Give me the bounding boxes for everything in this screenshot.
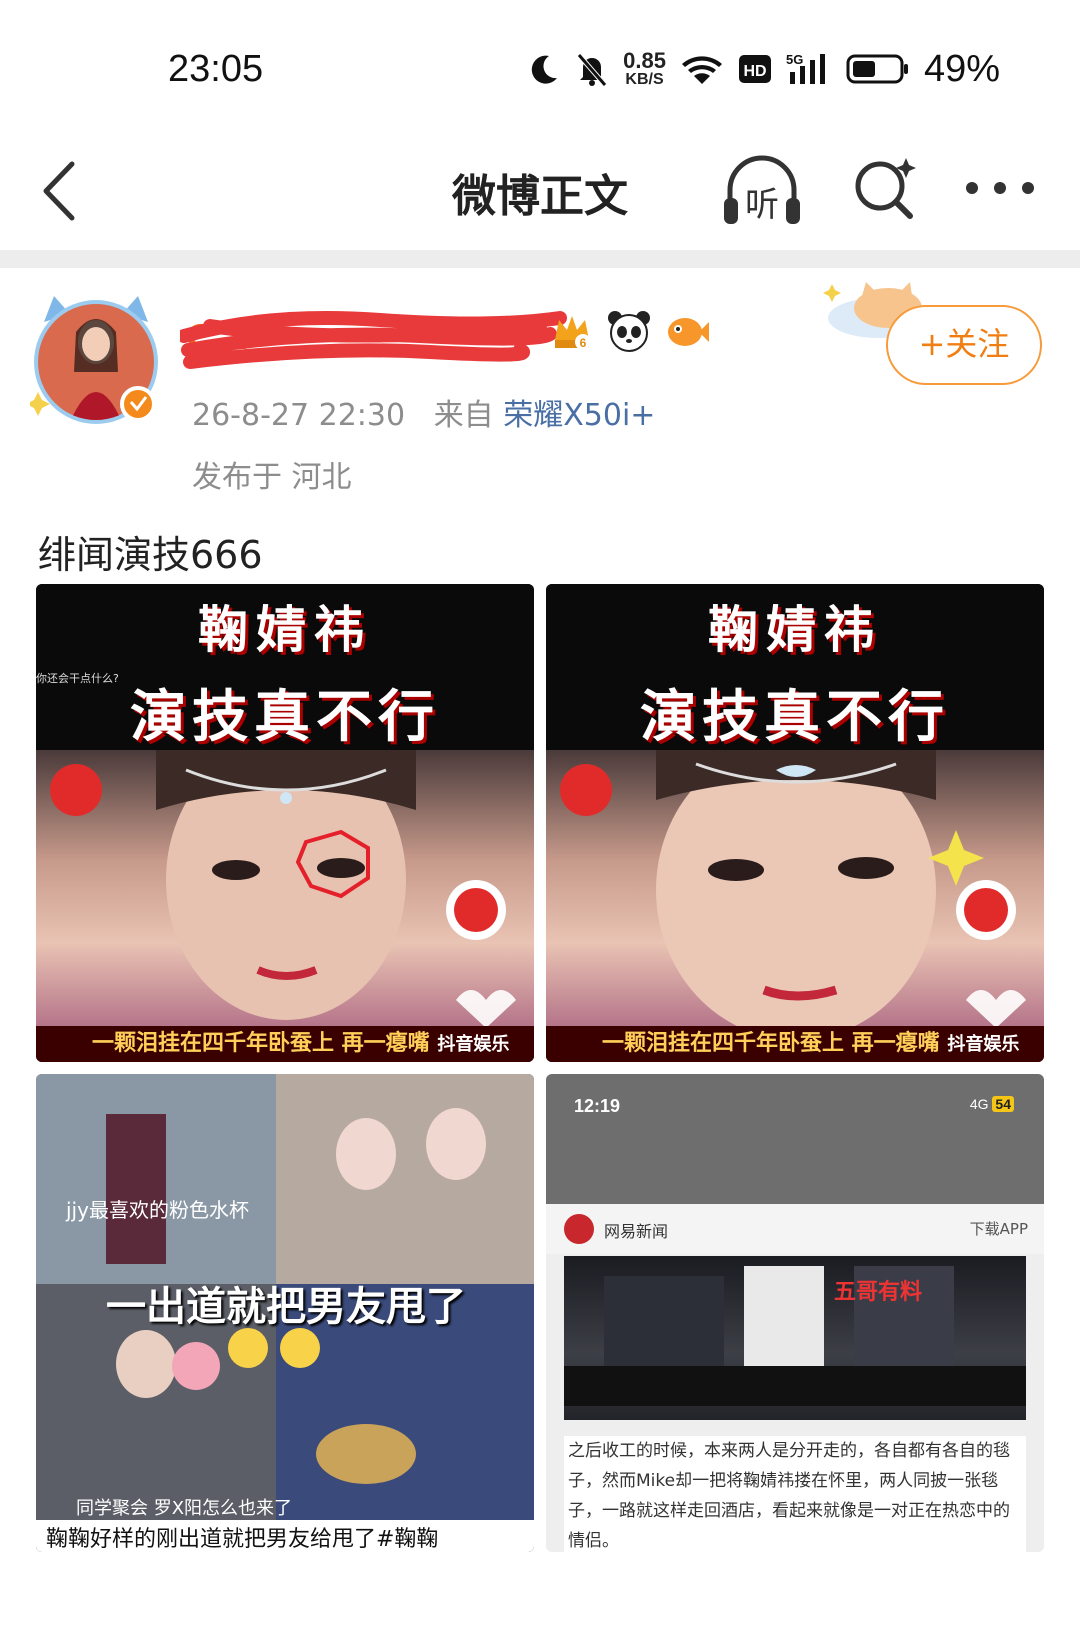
- image-caption: 一颗泪挂在四千年卧蚕上 再一瘪嘴 抖音娱乐: [36, 1026, 534, 1062]
- phone-battery: 54: [992, 1096, 1014, 1112]
- follow-button[interactable]: +关注: [886, 305, 1042, 385]
- face-illustration: [560, 735, 1026, 1040]
- image-photo: [546, 735, 1044, 1040]
- phone-signal-label: 4G: [969, 1096, 989, 1112]
- section-divider: [0, 250, 1080, 268]
- image-banner: 鞠婧祎 演技真不行 你还会干点什么?: [36, 584, 534, 750]
- image-photo: [36, 735, 534, 1028]
- hd-icon: HD: [738, 55, 771, 83]
- phone-time: 12:19: [574, 1096, 621, 1116]
- battery-percent: 49%: [923, 47, 1000, 90]
- redaction-scribble: [180, 311, 567, 369]
- weibo-post: C... 6 26-8-27 22:30 来自 荣耀X50i+ 发布于 河北 +…: [0, 268, 1080, 1636]
- news-logo-icon: [564, 1214, 594, 1244]
- news-photo-label: 五哥有料: [834, 1280, 923, 1305]
- post-meta: 26-8-27 22:30 来自 荣耀X50i+: [192, 390, 655, 434]
- image-title-top: 鞠婧祎: [198, 601, 372, 659]
- more-options-icon[interactable]: [960, 168, 1040, 208]
- news-photo: 五哥有料: [564, 1256, 1026, 1420]
- signal-5g-icon: 5G: [786, 52, 825, 84]
- post-image-2[interactable]: 鞠婧祎 演技真不行 一颗泪挂在四千年卧蚕上 再一瘪嘴 抖音娱乐: [546, 584, 1044, 1062]
- image-title-bottom: 演技真不行: [640, 685, 950, 750]
- user-badges: 6: [551, 310, 709, 352]
- from-prefix: 来自: [433, 398, 494, 433]
- search-icon[interactable]: [850, 154, 920, 224]
- image-caption-text: 一颗泪挂在四千年卧蚕上 再一瘪嘴: [92, 1031, 430, 1056]
- phone-signal: 4G 54: [970, 1096, 1014, 1112]
- net-speed-unit: KB/S: [625, 71, 664, 88]
- status-icons: 0.85 KB/S HD 5G 49%: [527, 44, 1000, 94]
- news-download: 下载APP: [969, 1220, 1028, 1238]
- net-speed-value: 0.85: [623, 48, 666, 73]
- post-image-4[interactable]: 12:19 4G 54 网易新闻 下载APP 五哥有料 之后收工的时候，本来两人…: [546, 1074, 1044, 1552]
- top-nav: 微博正文 听: [0, 130, 1080, 250]
- post-image-1[interactable]: 鞠婧祎 演技真不行 你还会干点什么? 一颗泪挂在四千年卧蚕上 再一瘪嘴 抖音娱乐: [36, 584, 534, 1062]
- net-speed: 0.85 KB/S: [623, 50, 666, 88]
- username-block: C... 6: [180, 310, 709, 370]
- status-time: 23:05: [168, 48, 264, 90]
- listen-label: 听: [745, 185, 779, 225]
- battery-icon: [846, 54, 908, 84]
- watermark: 抖音娱乐: [437, 1034, 510, 1055]
- image-banner: 鞠婧祎 演技真不行: [546, 584, 1044, 750]
- post-text: 绯闻演技666: [38, 533, 263, 577]
- news-illustration: [564, 1266, 1026, 1406]
- image-caption-text: 一颗泪挂在四千年卧蚕上 再一瘪嘴: [602, 1031, 940, 1056]
- image-title-top: 鞠婧祎: [708, 601, 882, 659]
- image-caption: 一颗泪挂在四千年卧蚕上 再一瘪嘴 抖音娱乐: [546, 1026, 1044, 1062]
- collage-text-3: 同学聚会 罗X阳怎么也来了: [76, 1498, 293, 1519]
- crown-badge-icon: 6: [555, 316, 591, 350]
- fish-badge-icon: [668, 318, 709, 346]
- watermark: 抖音娱乐: [947, 1034, 1020, 1055]
- hd-label: HD: [743, 63, 766, 80]
- post-location: 发布于 河北: [192, 460, 352, 495]
- wifi-icon: [681, 56, 722, 84]
- status-bar: 23:05 0.85 KB/S HD 5G 49%: [0, 0, 1080, 130]
- news-body: 之后收工的时候，本来两人是分开走的，各自都有各自的毯子，然而Mike却一把将鞠婧…: [564, 1436, 1026, 1552]
- post-device[interactable]: 荣耀X50i+: [503, 398, 655, 433]
- mute-bell-icon: [577, 53, 607, 87]
- crown-level: 6: [580, 336, 587, 350]
- network-label: 5G: [786, 52, 803, 67]
- moon-icon: [531, 55, 558, 84]
- face-illustration: [50, 735, 516, 1028]
- phone-status-area: 12:19 4G 54: [546, 1074, 1044, 1204]
- post-image-3[interactable]: jjy最喜欢的粉色水杯 一出道就把男友甩了 同学聚会 罗X阳怎么也来了 鞠鞠好样…: [36, 1074, 534, 1552]
- collage-text-1: jjy最喜欢的粉色水杯: [66, 1198, 249, 1222]
- listen-headphones-icon[interactable]: 听: [720, 152, 804, 230]
- news-header: 网易新闻 下载APP: [546, 1204, 1044, 1254]
- collage-headline: 一出道就把男友甩了: [106, 1284, 466, 1330]
- post-time: 26-8-27 22:30: [192, 398, 406, 433]
- panda-badge-icon: [608, 311, 650, 352]
- image-side-text: 你还会干点什么?: [36, 672, 119, 685]
- avatar[interactable]: [30, 292, 166, 428]
- news-source: 网易新闻: [604, 1222, 669, 1241]
- collage-caption: 鞠鞠好样的刚出道就把男友给甩了#鞠鞠: [36, 1520, 534, 1552]
